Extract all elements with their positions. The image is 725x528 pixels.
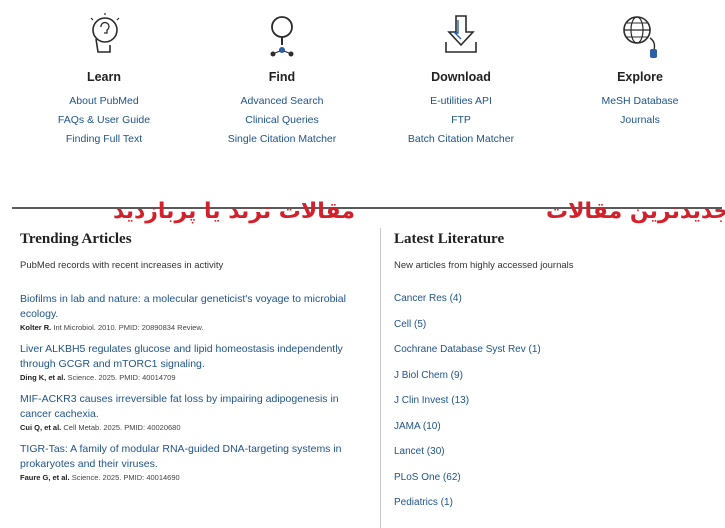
finding-full-text-link[interactable]: Finding Full Text	[19, 130, 189, 149]
article-item: TIGR-Tas: A family of modular RNA-guided…	[20, 442, 355, 484]
trending-title: Trending Articles	[20, 231, 132, 247]
single-citation-matcher-link[interactable]: Single Citation Matcher	[197, 130, 367, 149]
explore-column: Explore MeSH Database Journals	[555, 0, 725, 130]
journal-link-jama[interactable]: JAMA (10)	[394, 420, 724, 446]
article-author: Faure G, et al.	[20, 473, 70, 482]
download-arrow-icon	[445, 15, 477, 53]
journal-link-j-clin-invest[interactable]: J Clin Invest (13)	[394, 394, 724, 420]
feature-columns: Learn About PubMed FAQs & User Guide Fin…	[0, 0, 725, 170]
learn-column: Learn About PubMed FAQs & User Guide Fin…	[19, 0, 189, 149]
journal-link-cell[interactable]: Cell (5)	[394, 318, 724, 344]
article-title-link[interactable]: Biofilms in lab and nature: a molecular …	[20, 292, 355, 322]
latest-subtitle: New articles from highly accessed journa…	[394, 260, 574, 271]
ftp-link[interactable]: FTP	[376, 111, 546, 130]
faqs-user-guide-link[interactable]: FAQs & User Guide	[19, 111, 189, 130]
explore-heading: Explore	[617, 70, 663, 84]
find-heading: Find	[268, 70, 296, 84]
journal-link-cancer-res[interactable]: Cancer Res (4)	[394, 292, 724, 318]
batch-citation-matcher-link[interactable]: Batch Citation Matcher	[376, 130, 546, 149]
journal-link-j-biol-chem[interactable]: J Biol Chem (9)	[394, 369, 724, 395]
download-heading: Download	[431, 70, 491, 84]
latest-title: Latest Literature	[394, 231, 505, 247]
clinical-queries-link[interactable]: Clinical Queries	[197, 111, 367, 130]
article-citation: Faure G, et al. Science. 2025. PMID: 400…	[20, 472, 355, 484]
article-item: Biofilms in lab and nature: a molecular …	[20, 292, 355, 334]
explore-globe-icon	[623, 16, 657, 58]
article-author: Cui Q, et al.	[20, 423, 62, 432]
about-pubmed-link[interactable]: About PubMed	[19, 92, 189, 111]
article-title-link[interactable]: Liver ALKBH5 regulates glucose and lipid…	[20, 342, 355, 372]
latest-annotation: جدیدترین مقالات	[546, 199, 725, 224]
article-citation: Kolter R. Int Microbiol. 2010. PMID: 208…	[20, 322, 355, 334]
article-item: MIF-ACKR3 causes irreversible fat loss b…	[20, 392, 355, 434]
journals-link[interactable]: Journals	[555, 111, 725, 130]
trending-annotation: مقالات ترند یا پربازدید	[113, 199, 356, 224]
journal-link-pediatrics[interactable]: Pediatrics (1)	[394, 496, 724, 522]
journal-link-plos-one[interactable]: PLoS One (62)	[394, 471, 724, 497]
advanced-search-link[interactable]: Advanced Search	[197, 92, 367, 111]
article-source: Cell Metab. 2025. PMID: 40020680	[63, 423, 181, 432]
trending-subtitle: PubMed records with recent increases in …	[20, 260, 224, 271]
article-source: Science. 2025. PMID: 40014709	[67, 373, 176, 382]
journal-link-cochrane[interactable]: Cochrane Database Syst Rev (1)	[394, 343, 724, 369]
find-column: Find Advanced Search Clinical Queries Si…	[197, 0, 367, 149]
learn-head-icon	[90, 13, 120, 53]
journal-link-lancet[interactable]: Lancet (30)	[394, 445, 724, 471]
article-title-link[interactable]: TIGR-Tas: A family of modular RNA-guided…	[20, 442, 355, 472]
trending-articles-section: Trending Articles PubMed records with re…	[20, 228, 355, 492]
article-author: Ding K, et al.	[20, 373, 66, 382]
mesh-database-link[interactable]: MeSH Database	[555, 92, 725, 111]
article-citation: Cui Q, et al. Cell Metab. 2025. PMID: 40…	[20, 422, 355, 434]
article-source: Int Microbiol. 2010. PMID: 20890834 Revi…	[53, 323, 204, 332]
article-item: Liver ALKBH5 regulates glucose and lipid…	[20, 342, 355, 384]
latest-literature-section: Latest Literature New articles from high…	[380, 228, 724, 528]
article-citation: Ding K, et al. Science. 2025. PMID: 4001…	[20, 372, 355, 384]
e-utilities-api-link[interactable]: E-utilities API	[376, 92, 546, 111]
article-author: Kolter R.	[20, 323, 52, 332]
find-magnifier-icon	[270, 16, 294, 57]
download-column: Download E-utilities API FTP Batch Citat…	[376, 0, 546, 149]
learn-heading: Learn	[86, 70, 122, 84]
article-title-link[interactable]: MIF-ACKR3 causes irreversible fat loss b…	[20, 392, 355, 422]
article-source: Science. 2025. PMID: 40014690	[71, 473, 180, 482]
